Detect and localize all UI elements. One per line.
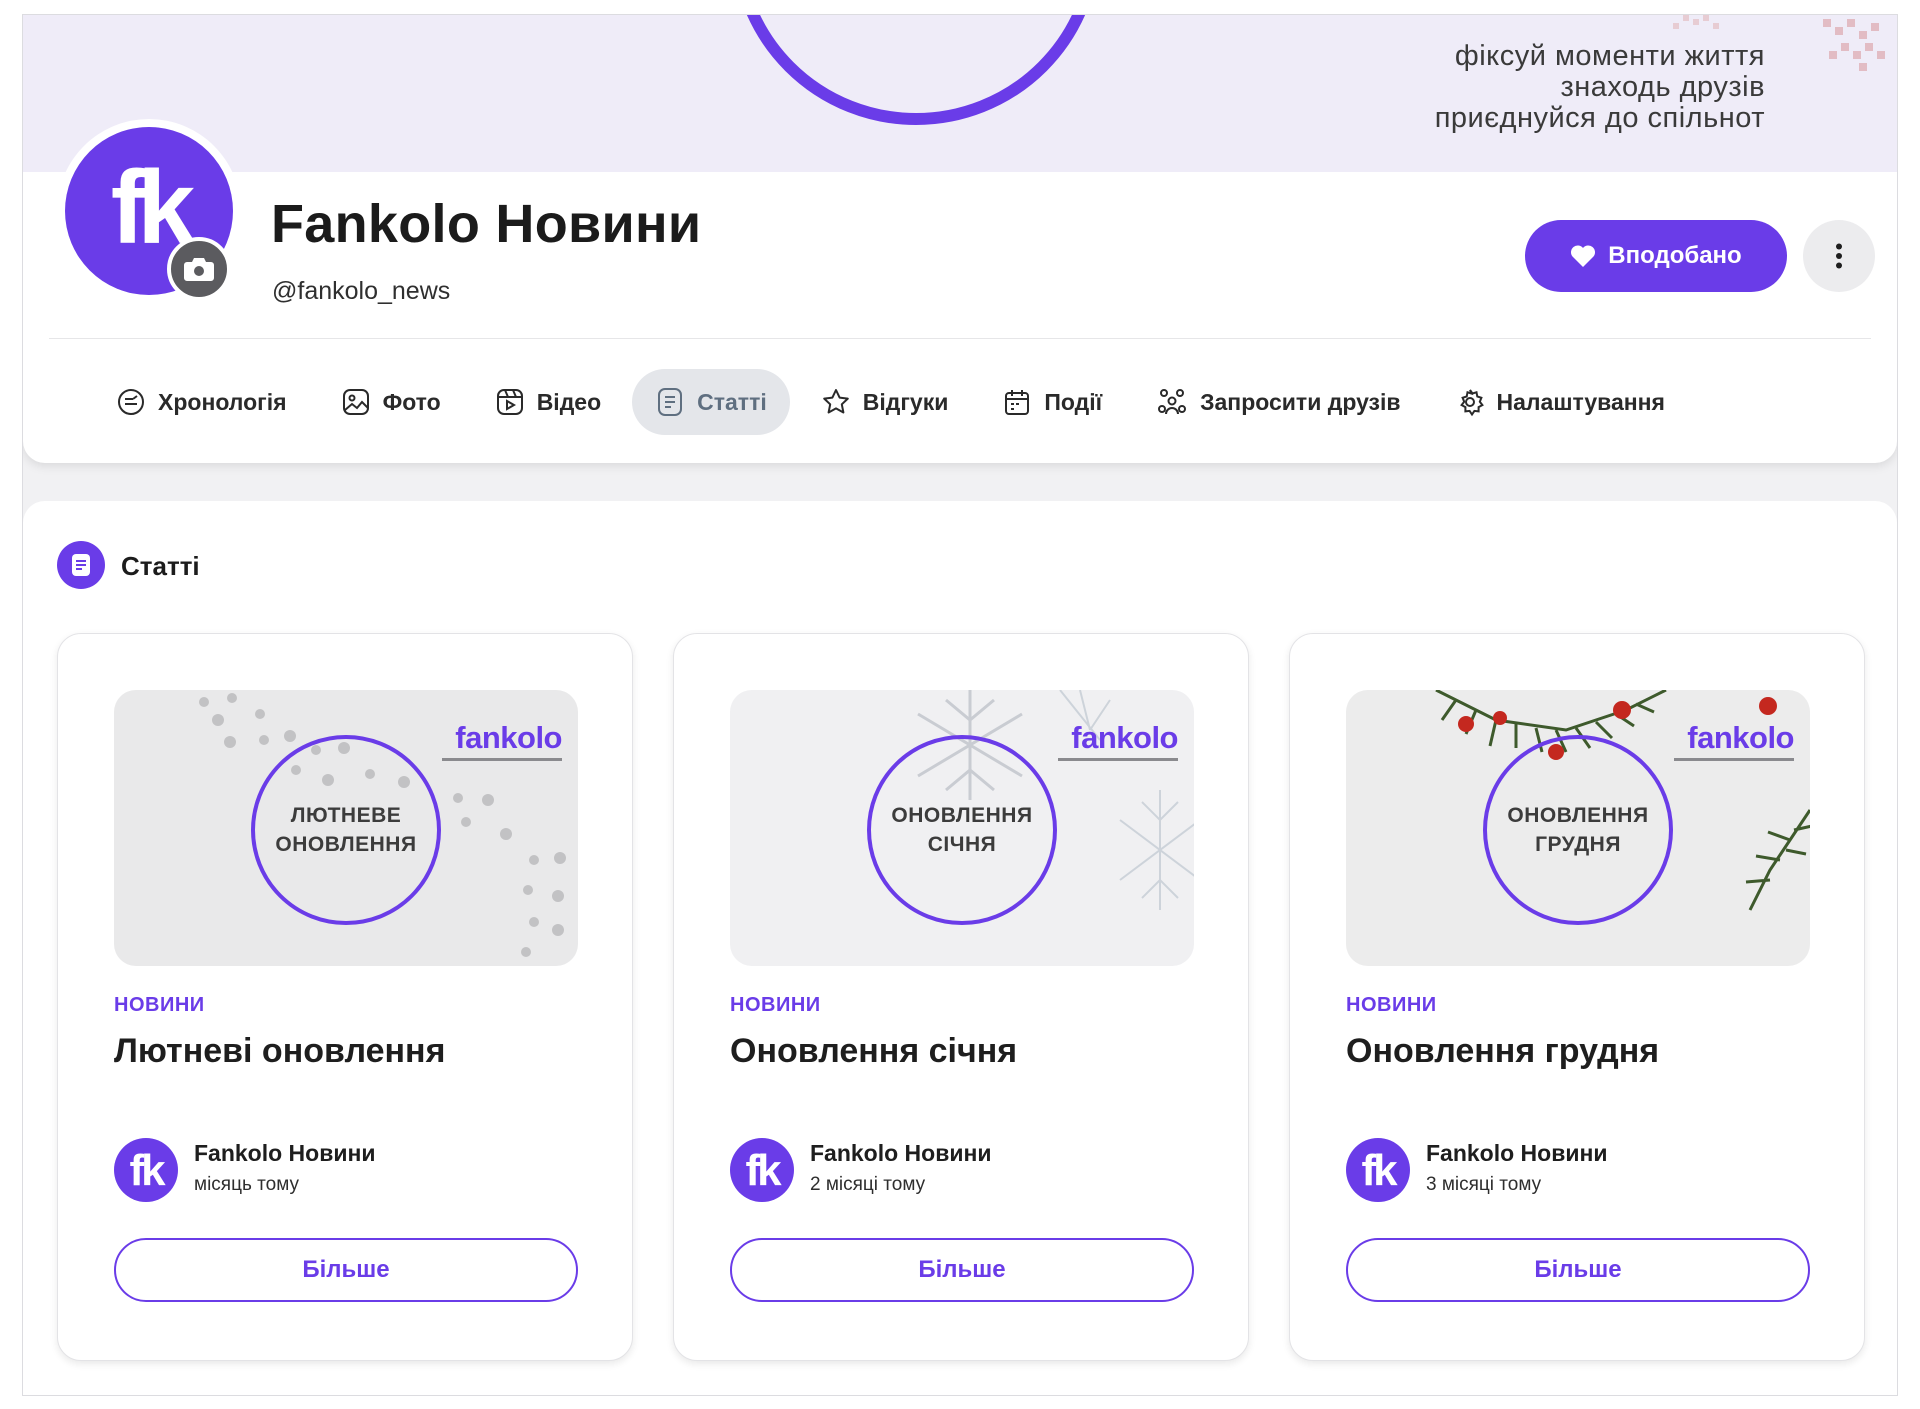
brand-tagline-decoration xyxy=(1058,758,1178,761)
svg-text:fk: fk xyxy=(1361,1148,1398,1192)
thumbnail-heading: ОНОВЛЕННЯ ГРУДНЯ xyxy=(1483,735,1673,925)
read-more-button[interactable]: Більше xyxy=(730,1238,1194,1302)
star-icon xyxy=(822,389,849,414)
article-card[interactable]: ОНОВЛЕННЯ СІЧНЯ fankolo НОВИНИ Оновлення… xyxy=(673,633,1249,1361)
tab-label: Відео xyxy=(536,388,602,415)
article-category[interactable]: НОВИНИ xyxy=(730,994,821,1017)
articles-section-icon xyxy=(57,541,105,589)
fankolo-logo-icon: fk xyxy=(1361,1148,1401,1192)
tab-events[interactable]: Події xyxy=(979,369,1125,435)
cover-ring-decoration xyxy=(731,15,1101,125)
author-avatar[interactable]: fk xyxy=(114,1138,178,1202)
author-avatar[interactable]: fk xyxy=(1346,1138,1410,1202)
thumbnail-heading: ЛЮТНЕВЕ ОНОВЛЕННЯ xyxy=(251,735,441,925)
cover-tagline: фіксуй моменти життя знаходь друзів приє… xyxy=(1435,41,1765,134)
tab-label: Хронологія xyxy=(158,388,287,415)
tab-photo[interactable]: Фото xyxy=(318,369,464,435)
liked-button-label: Вподобано xyxy=(1608,242,1742,269)
author-name[interactable]: Fankolo Новини xyxy=(194,1140,376,1167)
thumbnail-brand: fankolo xyxy=(1687,720,1794,755)
tab-label: Події xyxy=(1044,388,1103,415)
tagline-line: знаходь друзів xyxy=(1560,71,1765,103)
read-more-button[interactable]: Більше xyxy=(114,1238,578,1302)
post-time: 2 місяці тому xyxy=(810,1174,926,1195)
tagline-line: фіксуй моменти життя xyxy=(1454,40,1765,72)
article-title[interactable]: Лютневі оновлення xyxy=(114,1032,445,1071)
more-vertical-icon xyxy=(1836,243,1842,269)
heart-icon xyxy=(1571,245,1596,267)
liked-button[interactable]: Вподобано xyxy=(1525,220,1787,292)
author-name[interactable]: Fankolo Новини xyxy=(1426,1140,1608,1167)
author-avatar[interactable]: fk xyxy=(730,1138,794,1202)
article-title[interactable]: Оновлення січня xyxy=(730,1032,1017,1071)
article-thumbnail[interactable]: ЛЮТНЕВЕ ОНОВЛЕННЯ fankolo xyxy=(114,690,578,966)
tab-articles[interactable]: Статті xyxy=(632,369,790,435)
profile-tabs: Хронологія Фото Відео Статті Відгуки Под… xyxy=(93,368,1696,436)
page-frame: фіксуй моменти життя знаходь друзів приє… xyxy=(22,14,1898,1396)
cover-banner: фіксуй моменти життя знаходь друзів приє… xyxy=(23,15,1897,172)
people-icon xyxy=(1158,389,1187,415)
tab-label: Запросити друзів xyxy=(1200,388,1401,415)
profile-header: фіксуй моменти життя знаходь друзів приє… xyxy=(23,15,1897,463)
brand-tagline-decoration xyxy=(1674,758,1794,761)
article-card[interactable]: ЛЮТНЕВЕ ОНОВЛЕННЯ fankolo НОВИНИ Лютневі… xyxy=(57,633,633,1361)
tagline-line: приєднуйся до спільнот xyxy=(1434,102,1765,134)
tab-settings[interactable]: Налаштування xyxy=(1432,369,1688,435)
thumbnail-brand: fankolo xyxy=(1071,720,1178,755)
article-thumbnail[interactable]: ОНОВЛЕННЯ ГРУДНЯ fankolo xyxy=(1346,690,1810,966)
post-time: місяць тому xyxy=(194,1174,299,1195)
gear-icon xyxy=(1459,389,1484,417)
read-more-button[interactable]: Більше xyxy=(1346,1238,1810,1302)
article-thumbnail[interactable]: ОНОВЛЕННЯ СІЧНЯ fankolo xyxy=(730,690,1194,966)
section-title: Статті xyxy=(121,551,200,581)
photo-icon xyxy=(342,389,369,415)
post-time: 3 місяці тому xyxy=(1426,1174,1542,1195)
tab-label: Відгуки xyxy=(862,388,949,415)
calendar-icon xyxy=(1005,390,1030,415)
thumbnail-brand: fankolo xyxy=(455,720,562,755)
article-icon xyxy=(658,388,683,416)
article-category[interactable]: НОВИНИ xyxy=(1346,994,1437,1017)
article-card[interactable]: ОНОВЛЕННЯ ГРУДНЯ fankolo НОВИНИ Оновленн… xyxy=(1289,633,1865,1361)
tab-video[interactable]: Відео xyxy=(472,369,624,435)
timeline-icon xyxy=(118,389,144,415)
more-options-button[interactable] xyxy=(1803,220,1875,292)
fankolo-logo-icon: fk xyxy=(129,1148,169,1192)
article-category[interactable]: НОВИНИ xyxy=(114,994,205,1017)
tab-invite-friends[interactable]: Запросити друзів xyxy=(1133,369,1423,435)
change-photo-camera-icon[interactable] xyxy=(167,237,231,301)
page-title: Fankolo Новини xyxy=(271,194,702,254)
tab-label: Статті xyxy=(697,388,767,415)
brand-tagline-decoration xyxy=(442,758,562,761)
page-handle: @fankolo_news xyxy=(272,277,451,305)
fankolo-logo-icon: fk xyxy=(745,1148,785,1192)
header-divider xyxy=(49,338,1871,339)
articles-section: Статті ЛЮТНЕВЕ ОНОВЛЕННЯ fankolo НОВИНИ … xyxy=(23,501,1897,1395)
article-title[interactable]: Оновлення грудня xyxy=(1346,1032,1659,1071)
video-icon xyxy=(496,389,523,415)
tab-reviews[interactable]: Відгуки xyxy=(798,369,972,435)
tab-timeline[interactable]: Хронологія xyxy=(93,369,310,435)
svg-text:fk: fk xyxy=(745,1148,782,1192)
thumbnail-heading-text: ОНОВЛЕННЯ СІЧНЯ xyxy=(891,804,1033,856)
thumbnail-heading: ОНОВЛЕННЯ СІЧНЯ xyxy=(867,735,1057,925)
thumbnail-heading-text: ОНОВЛЕННЯ ГРУДНЯ xyxy=(1507,804,1649,856)
tab-label: Налаштування xyxy=(1496,388,1665,415)
thumbnail-heading-text: ЛЮТНЕВЕ ОНОВЛЕННЯ xyxy=(275,804,417,856)
author-name[interactable]: Fankolo Новини xyxy=(810,1140,992,1167)
tab-label: Фото xyxy=(382,388,441,415)
svg-text:fk: fk xyxy=(129,1148,166,1192)
